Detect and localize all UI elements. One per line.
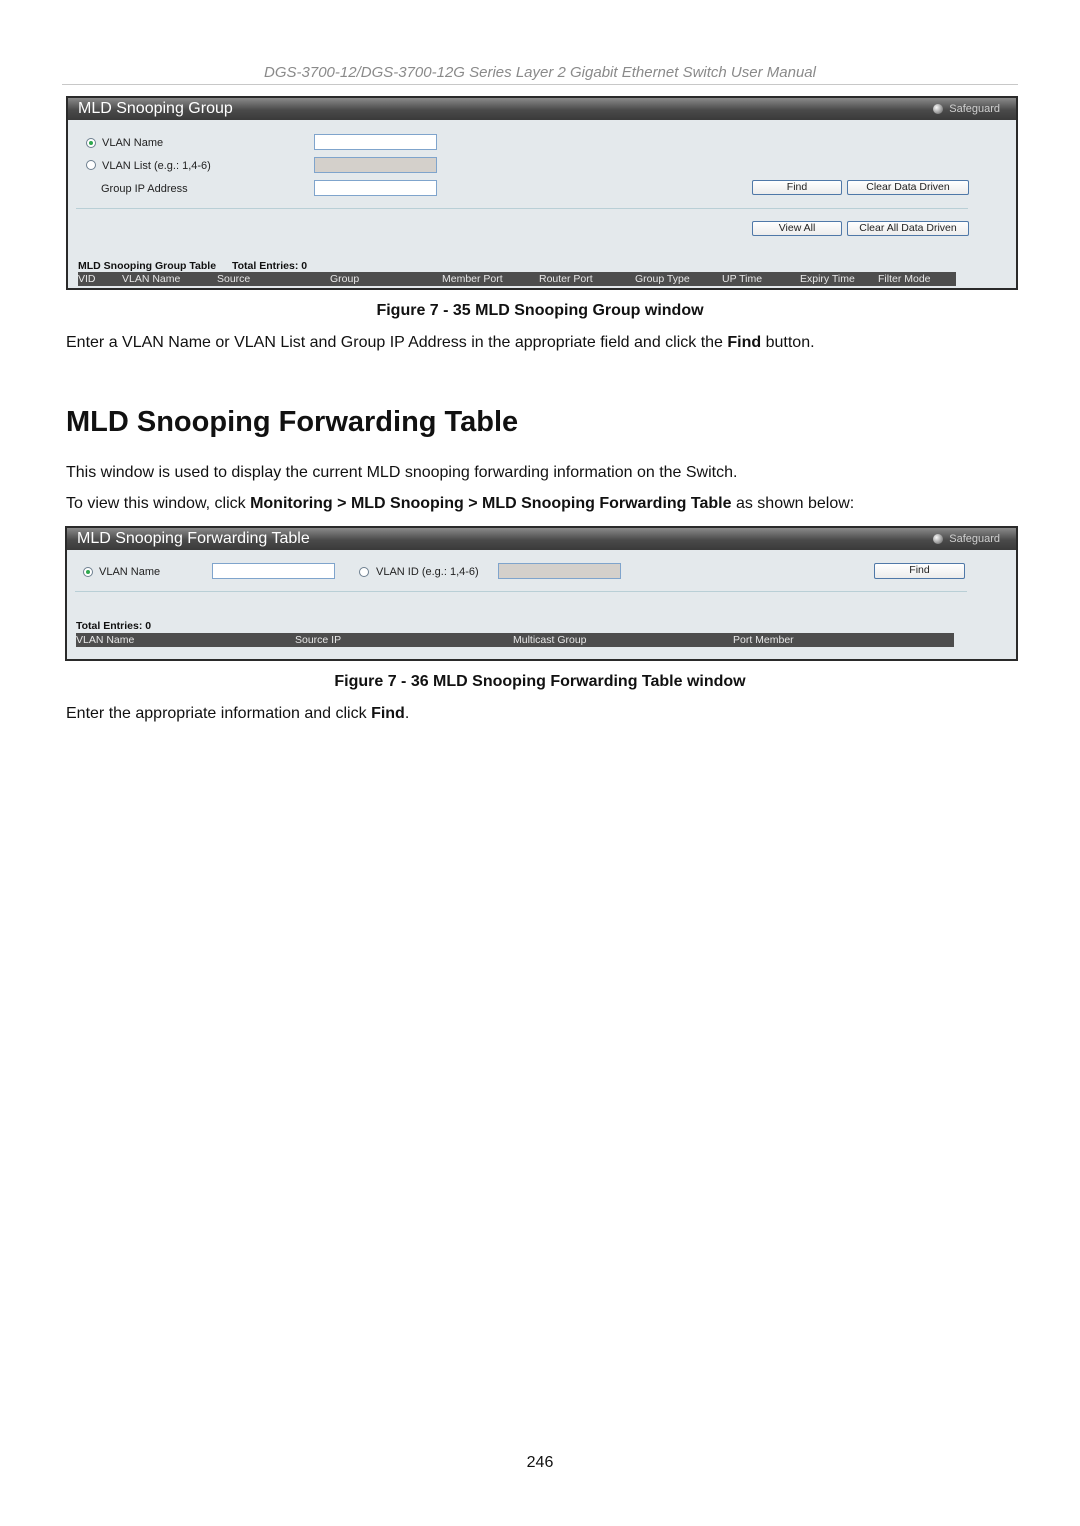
vlan-name-label: VLAN Name xyxy=(102,137,164,149)
column-header: UP Time xyxy=(722,273,763,285)
column-header: Multicast Group xyxy=(513,634,587,646)
bold-text: Find xyxy=(727,334,762,351)
section-heading: MLD Snooping Forwarding Table xyxy=(66,406,519,438)
column-header: Member Port xyxy=(442,273,503,285)
vlan-id-label: VLAN ID (e.g.: 1,4-6) xyxy=(376,566,479,578)
paragraph-description: This window is used to display the curre… xyxy=(66,464,738,481)
column-header: Port Member xyxy=(733,634,794,646)
bold-text: Find xyxy=(371,705,405,722)
group-ip-input[interactable] xyxy=(314,180,437,196)
text: as shown below: xyxy=(731,495,855,512)
group-table-header: VID VLAN Name Source Group Member Port R… xyxy=(78,272,956,286)
safeguard-label: Safeguard xyxy=(949,103,1000,115)
column-header: Group xyxy=(330,273,360,285)
column-header: VLAN Name xyxy=(76,634,135,646)
clear-data-driven-button[interactable]: Clear Data Driven xyxy=(847,180,969,195)
find-button[interactable]: Find xyxy=(752,180,842,195)
column-header: VID xyxy=(78,273,96,285)
text: To view this window, click xyxy=(66,495,251,512)
vlan-list-label: VLAN List (e.g.: 1,4-6) xyxy=(102,160,211,172)
view-all-button[interactable]: View All xyxy=(752,221,842,236)
vlan-name-input[interactable] xyxy=(314,134,437,150)
safeguard-label: Safeguard xyxy=(949,533,1000,545)
column-header: Filter Mode xyxy=(878,273,931,285)
mld-snooping-forwarding-table-window: MLD Snooping Forwarding Table Safeguard … xyxy=(65,526,1018,661)
clear-all-data-driven-button[interactable]: Clear All Data Driven xyxy=(847,221,969,236)
forwarding-table-total-entries: Total Entries: 0 xyxy=(76,620,152,632)
menu-path: Monitoring > MLD Snooping > MLD Snooping… xyxy=(250,495,732,512)
form-divider xyxy=(76,208,968,209)
paragraph-find-instructions: Enter a VLAN Name or VLAN List and Group… xyxy=(66,334,815,352)
mld-snooping-group-window: MLD Snooping Group Safeguard VLAN Name V… xyxy=(66,96,1018,290)
column-header: Expiry Time xyxy=(800,273,855,285)
page-number: 246 xyxy=(526,1454,554,1471)
text: Enter a VLAN Name or VLAN List and Group… xyxy=(66,334,728,351)
vlan-id-radio[interactable] xyxy=(359,567,369,577)
safeguard-icon xyxy=(933,534,944,544)
column-header: VLAN Name xyxy=(122,273,181,285)
vlan-name-input[interactable] xyxy=(212,563,335,579)
vlan-name-radio[interactable] xyxy=(86,138,96,148)
header-rule xyxy=(62,84,1018,85)
figure-caption-36: Figure 7 - 36 MLD Snooping Forwarding Ta… xyxy=(334,673,746,690)
window-title-bar: MLD Snooping Group Safeguard xyxy=(68,98,1016,120)
safeguard-indicator[interactable]: Safeguard xyxy=(933,528,1000,550)
running-header: DGS-3700-12/DGS-3700-12G Series Layer 2 … xyxy=(264,64,816,81)
column-header: Router Port xyxy=(539,273,593,285)
vlan-list-input[interactable] xyxy=(314,157,437,173)
vlan-name-radio[interactable] xyxy=(83,567,93,577)
paragraph-final-instructions: Enter the appropriate information and cl… xyxy=(66,705,409,723)
window-title: MLD Snooping Group xyxy=(78,100,233,117)
window-title: MLD Snooping Forwarding Table xyxy=(77,530,310,547)
column-header: Source IP xyxy=(295,634,342,646)
group-ip-label: Group IP Address xyxy=(101,183,188,195)
paragraph-navigation: To view this window, click Monitoring > … xyxy=(66,495,854,513)
group-table-total-entries: Total Entries: 0 xyxy=(232,260,308,272)
vlan-name-label: VLAN Name xyxy=(99,566,161,578)
column-header: Group Type xyxy=(635,273,690,285)
text: . xyxy=(404,705,410,722)
column-header: Source xyxy=(217,273,251,285)
group-table-title: MLD Snooping Group Table xyxy=(78,260,217,272)
find-button[interactable]: Find xyxy=(874,563,965,579)
vlan-id-input[interactable] xyxy=(498,563,621,579)
forwarding-table-header: VLAN Name Source IP Multicast Group Port… xyxy=(76,633,954,647)
text: button. xyxy=(761,334,815,351)
vlan-list-radio[interactable] xyxy=(86,160,96,170)
safeguard-icon xyxy=(933,104,944,114)
figure-caption-35: Figure 7 - 35 MLD Snooping Group window xyxy=(376,302,704,319)
safeguard-indicator[interactable]: Safeguard xyxy=(933,98,1000,120)
form-divider xyxy=(75,591,967,592)
window-title-bar: MLD Snooping Forwarding Table Safeguard xyxy=(67,528,1016,550)
text: Enter the appropriate information and cl… xyxy=(66,705,372,722)
